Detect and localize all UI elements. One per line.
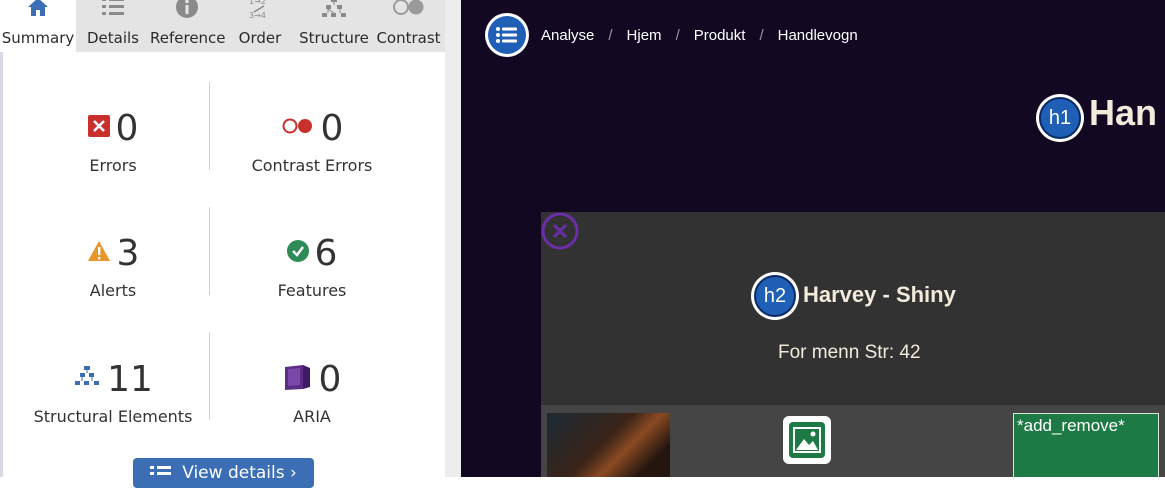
page-preview: Analyse / Hjem / Produkt / Handlevogn h1… (461, 0, 1165, 477)
breadcrumb-item[interactable]: Handlevogn (778, 27, 858, 44)
h1-badge-icon[interactable]: h1 (1036, 94, 1084, 142)
h2-badge-icon[interactable]: h2 (751, 272, 799, 320)
breadcrumb: Analyse / Hjem / Produkt / Handlevogn (541, 27, 858, 44)
add-remove-button[interactable]: *add_remove* (1013, 413, 1159, 477)
breadcrumb-separator: / (608, 27, 613, 44)
tab-contrast-label: Contrast (376, 29, 441, 47)
navigation-icon[interactable] (485, 13, 529, 57)
alerts-count: 3 (116, 232, 140, 274)
list-icon (76, 0, 150, 24)
stat-divider (209, 332, 210, 420)
aria-count: 0 (318, 358, 342, 400)
tab-details-label: Details (86, 29, 139, 47)
tab-reference[interactable]: Reference (150, 0, 226, 52)
tab-reference-label: Reference (150, 29, 226, 47)
product-subtitle: For menn Str: 42 (778, 342, 921, 363)
breadcrumb-item[interactable]: Analyse (541, 27, 594, 44)
tab-order-label: Order (238, 29, 282, 47)
features-count: 6 (314, 232, 338, 274)
feature-icon (286, 240, 309, 266)
stat-contrast-errors[interactable]: 0 Contrast Errors (217, 106, 407, 176)
contrast-error-icon (281, 117, 315, 139)
stat-aria[interactable]: 0 ARIA (217, 357, 407, 426)
stat-divider (209, 82, 210, 170)
contrast-errors-count: 0 (320, 107, 344, 149)
wave-sidebar: Summary Details Reference 1→2 3→4 Order S… (0, 0, 461, 488)
stat-structural-elements[interactable]: 11 Structural Elements (18, 357, 208, 427)
errors-label: Errors (89, 156, 137, 175)
stat-alerts[interactable]: 3 Alerts (18, 231, 208, 300)
view-details-label: View details › (182, 463, 297, 483)
order-icon: 1→2 3→4 (224, 0, 296, 24)
tab-details[interactable]: Details (76, 0, 150, 52)
structural-label: Structural Elements (33, 407, 193, 426)
alerts-label: Alerts (89, 281, 137, 300)
structure-icon (296, 0, 372, 24)
errors-count: 0 (115, 107, 139, 149)
sidebar-scrollbar[interactable] (445, 0, 461, 477)
tab-structure[interactable]: Structure (296, 0, 372, 52)
stat-divider (209, 207, 210, 295)
tab-order[interactable]: 1→2 3→4 Order (224, 0, 296, 52)
breadcrumb-separator: / (675, 27, 680, 44)
page-heading: Han (1089, 92, 1158, 133)
view-details-button[interactable]: View details › (133, 458, 314, 488)
aria-icon (283, 363, 313, 395)
close-icon[interactable] (541, 212, 579, 250)
aria-label: ARIA (293, 407, 331, 426)
sidebar-tabbar: Summary Details Reference 1→2 3→4 Order S… (0, 0, 445, 52)
product-card: h2 Harvey - Shiny For menn Str: 42 (541, 212, 1165, 405)
h2-badge-label: h2 (754, 275, 796, 317)
tab-summary-label: Summary (1, 29, 75, 47)
list-icon (150, 465, 172, 481)
contrast-errors-label: Contrast Errors (251, 156, 373, 175)
breadcrumb-separator: / (759, 27, 764, 44)
h1-badge-label: h1 (1039, 97, 1081, 139)
tab-contrast[interactable]: Contrast (372, 0, 445, 52)
features-label: Features (277, 281, 347, 300)
structure-icon (73, 365, 101, 393)
alert-icon (87, 240, 111, 266)
product-image (547, 413, 670, 477)
sidebar-border (0, 52, 3, 477)
info-icon (150, 0, 224, 24)
structural-count: 11 (107, 358, 153, 400)
contrast-icon (372, 0, 445, 24)
svg-text:1→2: 1→2 (249, 0, 266, 6)
breadcrumb-item[interactable]: Hjem (627, 27, 662, 44)
error-icon (87, 115, 110, 141)
home-icon (0, 0, 76, 24)
stat-errors[interactable]: 0 Errors (18, 106, 208, 175)
stat-features[interactable]: 6 Features (217, 231, 407, 301)
svg-text:3→4: 3→4 (249, 11, 266, 20)
product-title: Harvey - Shiny (803, 282, 956, 307)
tab-summary[interactable]: Summary (0, 0, 76, 52)
breadcrumb-item[interactable]: Produkt (694, 27, 746, 44)
cart-row: *add_remove* (541, 405, 1165, 477)
tab-structure-label: Structure (299, 29, 369, 47)
image-icon[interactable] (783, 416, 831, 464)
